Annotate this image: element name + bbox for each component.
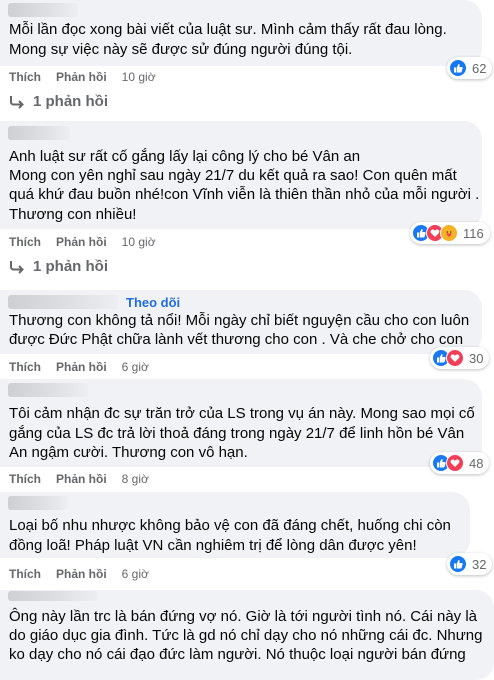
- follow-link[interactable]: Theo dõi: [126, 295, 180, 310]
- like-link[interactable]: Thích: [9, 472, 41, 486]
- reaction-count: 116: [463, 225, 484, 241]
- comment-bubble: Tôi cảm nhận đc sự trăn trở của LS trong…: [0, 379, 482, 467]
- reaction-count: 48: [469, 455, 484, 471]
- timestamp[interactable]: 6 giờ: [122, 360, 149, 374]
- reaction-count: 30: [469, 350, 484, 366]
- reaction-summary[interactable]: 32: [447, 553, 493, 575]
- comment-text: đồng loã! Pháp luật VN cần nghiêm trị để…: [9, 537, 417, 554]
- comment-text: Thương con không tả nổi! Mỗi ngày chỉ bi…: [9, 312, 470, 329]
- reaction-count: 62: [472, 60, 487, 76]
- comment-actions: Thích Phản hồi 10 giờ: [9, 70, 156, 84]
- reaction-summary[interactable]: 62: [447, 57, 493, 79]
- care-icon: [440, 224, 458, 242]
- comment-bubble: Anh luật sư rất cố gắng lấy lại công lý …: [0, 121, 482, 229]
- reaction-summary[interactable]: 116: [410, 222, 490, 244]
- comment-text: Anh luật sư rất cố gắng lấy lại công lý …: [9, 148, 361, 165]
- reaction-count: 32: [472, 556, 487, 572]
- comment-text: do giáo dục gia đình. Tức là gd nó chỉ d…: [9, 627, 483, 644]
- comment-actions: Thích Phản hồi 8 giờ: [9, 472, 149, 486]
- comment-bubble: Loại bố nhu nhược không bảo vệ con đã đá…: [0, 492, 470, 558]
- timestamp[interactable]: 10 giờ: [122, 70, 156, 84]
- commenter-name-blurred[interactable]: [8, 496, 68, 510]
- commenter-name-blurred[interactable]: [8, 591, 98, 601]
- comment-text: ko dạy cho nó cái đạo đức làm người. Nó …: [9, 646, 466, 663]
- replies-count-label: 1 phản hồi: [33, 258, 108, 275]
- like-icon: [449, 555, 467, 573]
- view-replies-link[interactable]: 1 phản hồi: [9, 93, 108, 110]
- comment-text: An ngậm cười. Thương con vô hạn.: [9, 444, 248, 461]
- comment-actions: Thích Phản hồi 6 giờ: [9, 360, 149, 374]
- reaction-summary[interactable]: 48: [430, 452, 490, 474]
- comment-text: Ông này lần trc là bán đứng vợ nó. Giờ l…: [9, 608, 478, 625]
- commenter-name-blurred[interactable]: [8, 383, 88, 397]
- timestamp[interactable]: 8 giờ: [122, 472, 149, 486]
- comment-text: Tôi cảm nhận đc sự trăn trở của LS trong…: [9, 405, 475, 422]
- like-icon: [449, 59, 467, 77]
- reply-arrow-icon: [10, 260, 24, 274]
- love-icon: [446, 454, 464, 472]
- comment-text: Thương con nhiều!: [9, 206, 137, 223]
- reply-arrow-icon: [10, 95, 24, 109]
- comment-text: được Đức Phật chữa lành vết thương cho c…: [9, 331, 464, 348]
- like-link[interactable]: Thích: [9, 360, 41, 374]
- comment-text: Mong sự việc này sẽ được sử đúng người đ…: [9, 41, 353, 58]
- reaction-summary[interactable]: 30: [430, 347, 490, 369]
- love-icon: [446, 349, 464, 367]
- timestamp[interactable]: 6 giờ: [122, 567, 149, 581]
- commenter-name-blurred[interactable]: [8, 3, 78, 17]
- like-link[interactable]: Thích: [9, 70, 41, 84]
- comment-text: Mong con yên nghỉ sau ngày 21/7 du kết q…: [9, 167, 457, 184]
- comment-text: Loại bố nhu nhược không bảo vệ con đã đá…: [9, 517, 451, 534]
- reply-link[interactable]: Phản hồi: [56, 235, 107, 249]
- comment-actions: Thích Phản hồi 10 giờ: [9, 235, 156, 249]
- like-link[interactable]: Thích: [9, 235, 41, 249]
- reply-link[interactable]: Phản hồi: [56, 472, 107, 486]
- like-link[interactable]: Thích: [9, 567, 41, 581]
- comment-text: quá khứ đau buồn nhé!con Vĩnh viễn là th…: [9, 186, 480, 203]
- commenter-name-blurred[interactable]: [8, 126, 70, 140]
- comment-bubble: Theo dõi Thương con không tả nổi! Mỗi ng…: [0, 290, 482, 354]
- reply-link[interactable]: Phản hồi: [56, 70, 107, 84]
- view-replies-link[interactable]: 1 phản hồi: [9, 258, 108, 275]
- replies-count-label: 1 phản hồi: [33, 93, 108, 110]
- commenter-name-blurred[interactable]: [8, 295, 118, 309]
- comment-actions: Thích Phản hồi 6 giờ: [9, 567, 149, 581]
- comment-text: gắng của LS đc trả lời thoả đáng trong n…: [9, 425, 465, 442]
- timestamp[interactable]: 10 giờ: [122, 235, 156, 249]
- comment-bubble: Mỗi lần đọc xong bài viết của luật sư. M…: [0, 0, 482, 66]
- reply-link[interactable]: Phản hồi: [56, 360, 107, 374]
- reply-link[interactable]: Phản hồi: [56, 567, 107, 581]
- comment-text: Mỗi lần đọc xong bài viết của luật sư. M…: [9, 21, 447, 38]
